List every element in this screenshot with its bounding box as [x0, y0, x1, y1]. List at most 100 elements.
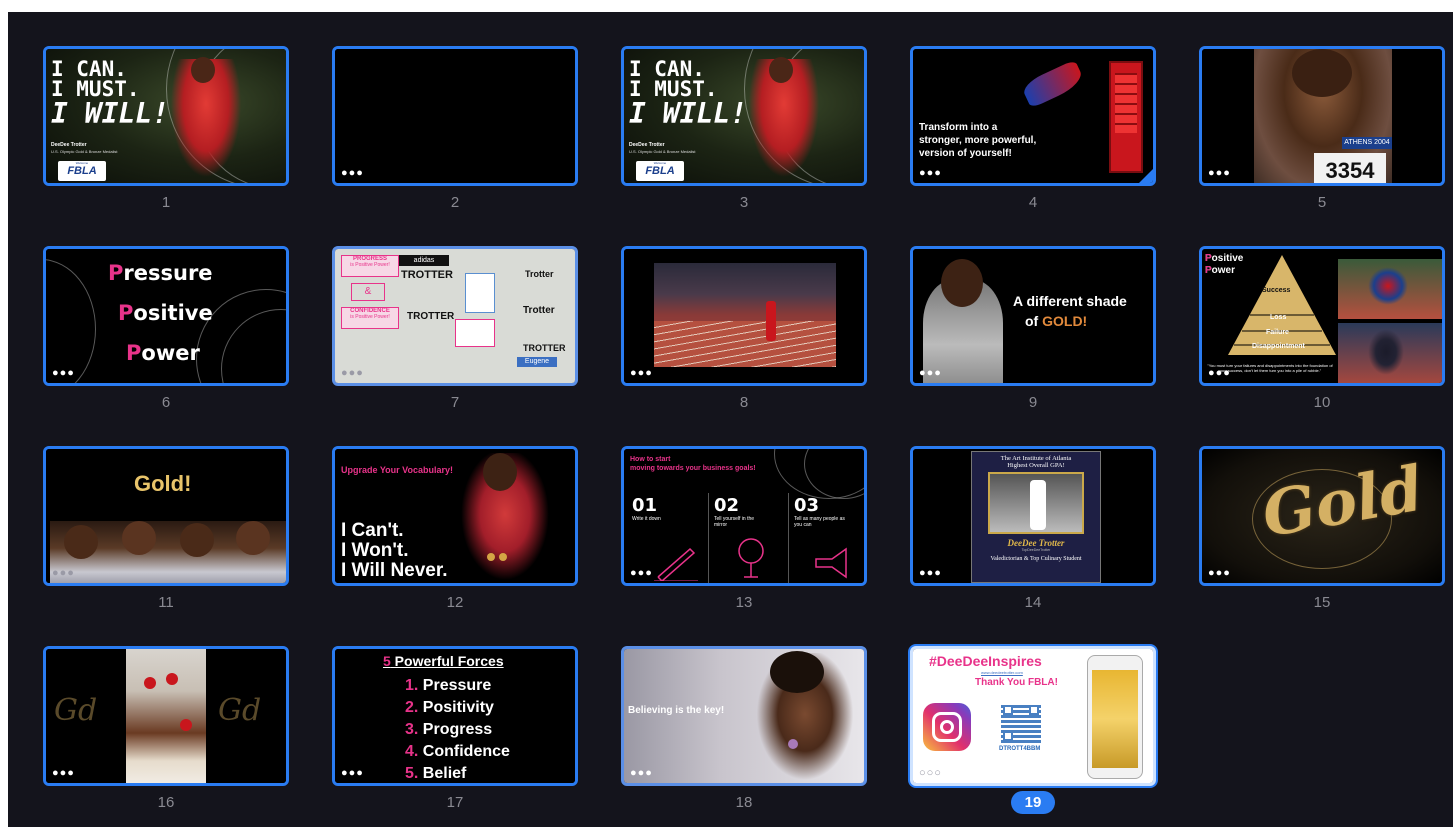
subcaption: U.S. Olympic Gold & Bronze Medalist [51, 149, 118, 154]
slide-thumbnail-18[interactable]: Believing is the key! ●●● [621, 646, 867, 786]
ellipsis-icon[interactable]: ●●● [630, 767, 653, 779]
athlete-face [941, 259, 983, 307]
ellipsis-icon[interactable]: ●●● [1208, 567, 1231, 579]
slide-thumbnail-3[interactable]: I CAN. I MUST. I WILL! DeeDee Trotter U.… [621, 46, 867, 186]
slide-cell-18: Believing is the key! ●●● 18 [621, 646, 867, 826]
slide-thumbnail-10[interactable]: Positive Power P P Success Loss Failure … [1199, 246, 1445, 386]
slide-number: 10 [1313, 394, 1331, 411]
slide-thumbnail-8[interactable]: ●●● [621, 246, 867, 386]
website-link: www.deedeetrotter.com [981, 670, 1023, 675]
slide-cell-4: Transform into a stronger, more powerful… [910, 46, 1156, 226]
gold-logo-left: Gd [54, 693, 98, 728]
list-item: 1. Pressure [405, 677, 492, 694]
ellipsis-icon[interactable]: ●●● [1208, 367, 1231, 379]
slide-cell-15: Gold ●●● 15 [1199, 446, 1445, 626]
slide-thumbnail-1[interactable]: I CAN. I MUST. I WILL! DeeDee Trotter U.… [43, 46, 289, 186]
slide-number: 9 [1028, 394, 1038, 411]
step-2: 02 Tell yourself in the mirror [714, 495, 755, 528]
chef-photo [988, 472, 1084, 534]
slide-number: 18 [735, 794, 753, 811]
list-item: 4. Confidence [405, 743, 510, 760]
slide-thumbnail-15[interactable]: Gold ●●● [1199, 446, 1445, 586]
superhero-figure [1020, 59, 1086, 109]
slide-cell-7: PROGRESS is Positive Power! & CONFIDENCE… [332, 246, 578, 426]
slide-thumbnail-4[interactable]: Transform into a stronger, more powerful… [910, 46, 1156, 186]
slide-thumbnail-7[interactable]: PROGRESS is Positive Power! & CONFIDENCE… [332, 246, 578, 386]
phone-mockup [1087, 655, 1143, 779]
slide-thumbnail-14[interactable]: The Art Institute of Atlanta Highest Ove… [910, 446, 1156, 586]
ellipsis-icon[interactable]: ○○○ [919, 767, 942, 779]
thank-you-text: Thank You FBLA! [975, 677, 1058, 688]
slide-thumbnail-16[interactable]: Gd Gd ●●● [43, 646, 289, 786]
slide-number: 11 [158, 594, 174, 611]
slide-sorter-viewport: I CAN. I MUST. I WILL! DeeDee Trotter U.… [8, 12, 1453, 827]
race-bib: 3354 [1314, 153, 1386, 183]
slide-thumbnail-5[interactable]: ATHENS 2004 3354 ●●● [1199, 46, 1445, 186]
slide-number: 8 [739, 394, 749, 411]
slide-cell-3: I CAN. I MUST. I WILL! DeeDee Trotter U.… [621, 46, 867, 226]
title-line: I WILL! [51, 97, 170, 130]
slide-number: 4 [1028, 194, 1038, 211]
step-1: 01 Write it down [632, 495, 661, 522]
ellipsis-icon[interactable]: ●●● [630, 567, 653, 579]
slide-thumbnail-9[interactable]: A different shade of GOLD! ●●● [910, 246, 1156, 386]
success-pyramid [1228, 255, 1336, 355]
hashtag: #DeeDeeInspires [929, 653, 1042, 669]
forces-list: 1. Pressure 2. Positivity 3. Progress 4.… [405, 675, 510, 783]
slide-heading: Upgrade Your Vocabulary! [341, 465, 454, 475]
slide-cell-5: ATHENS 2004 3354 ●●● 5 [1199, 46, 1445, 226]
title-line: I CAN. [51, 57, 127, 81]
ellipsis-icon[interactable]: ●●● [919, 367, 942, 379]
title-line: I MUST. [629, 77, 718, 101]
award-card: The Art Institute of Atlanta Highest Ove… [971, 451, 1101, 583]
slide-cell-6: Pressure Positive Power ●●● 6 [43, 246, 289, 426]
slide-thumbnail-2[interactable]: ●●● [332, 46, 578, 186]
slide-cell-19: #DeeDeeInspires www.deedeetrotter.com Th… [910, 646, 1156, 826]
pencil-icon [654, 547, 698, 581]
slide-text: Believing is the key! [628, 705, 725, 716]
ellipsis-icon[interactable]: ●●● [52, 367, 75, 379]
slide-thumbnail-17[interactable]: 5 Powerful Forces 1. Pressure 2. Positiv… [332, 646, 578, 786]
phone-booth-image [1109, 61, 1143, 173]
ellipsis-icon[interactable]: ●●● [919, 567, 942, 579]
track-photo [654, 263, 836, 367]
fbla-badge: Welcome FBLA [636, 161, 684, 181]
slide-thumbnail-12[interactable]: Upgrade Your Vocabulary! I Can't. I Won'… [332, 446, 578, 586]
slide-thumbnail-13[interactable]: How to start moving towards your busines… [621, 446, 867, 586]
slide-thumbnail-11[interactable]: Gold! ●●● [43, 446, 289, 586]
instagram-icon [923, 703, 971, 751]
slide-thumbnail-6[interactable]: Pressure Positive Power ●●● [43, 246, 289, 386]
athlete-photo-bottom [1338, 323, 1442, 383]
ellipsis-icon[interactable]: ●●● [52, 767, 75, 779]
slide-number: 14 [1024, 594, 1042, 611]
slide-cell-12: Upgrade Your Vocabulary! I Can't. I Won'… [332, 446, 578, 626]
megaphone-icon [815, 547, 847, 579]
handle-text: DTROTT4BBM [999, 746, 1041, 752]
ellipsis-icon[interactable]: ●●● [919, 167, 942, 179]
slide-cell-14: The Art Institute of Atlanta Highest Ove… [910, 446, 1156, 626]
slide-number: 15 [1313, 594, 1331, 611]
slide-cell-1: I CAN. I MUST. I WILL! DeeDee Trotter U.… [43, 46, 289, 226]
list-item: 3. Progress [405, 721, 493, 738]
slide-cell-16: Gd Gd ●●● 16 [43, 646, 289, 826]
slide-cell-17: 5 Powerful Forces 1. Pressure 2. Positiv… [332, 646, 578, 826]
mirror-icon [738, 538, 764, 578]
list-item: 2. Positivity [405, 699, 494, 716]
slide-thumbnail-19[interactable]: #DeeDeeInspires www.deedeetrotter.com Th… [910, 646, 1156, 786]
slide-cell-11: Gold! ●●● 11 [43, 446, 289, 626]
slide-cell-8: ●●● 8 [621, 246, 867, 426]
ellipsis-icon[interactable]: ●●● [1208, 167, 1231, 179]
qr-code-icon [1001, 703, 1041, 743]
title-line: I WILL! [629, 97, 748, 130]
ellipsis-icon[interactable]: ●●● [341, 367, 364, 379]
slide-cell-2: ●●● 2 [332, 46, 578, 226]
ellipsis-icon[interactable]: ●●● [341, 167, 364, 179]
title-line: I CAN. [629, 57, 705, 81]
ellipsis-icon[interactable]: ●●● [52, 567, 75, 579]
subcaption: U.S. Olympic Gold & Bronze Medalist [629, 149, 696, 154]
ellipsis-icon[interactable]: ●●● [341, 767, 364, 779]
slide-number: 5 [1317, 194, 1327, 211]
slide-number: 7 [450, 394, 460, 411]
ellipsis-icon[interactable]: ●●● [630, 367, 653, 379]
slide-cell-13: How to start moving towards your busines… [621, 446, 867, 626]
